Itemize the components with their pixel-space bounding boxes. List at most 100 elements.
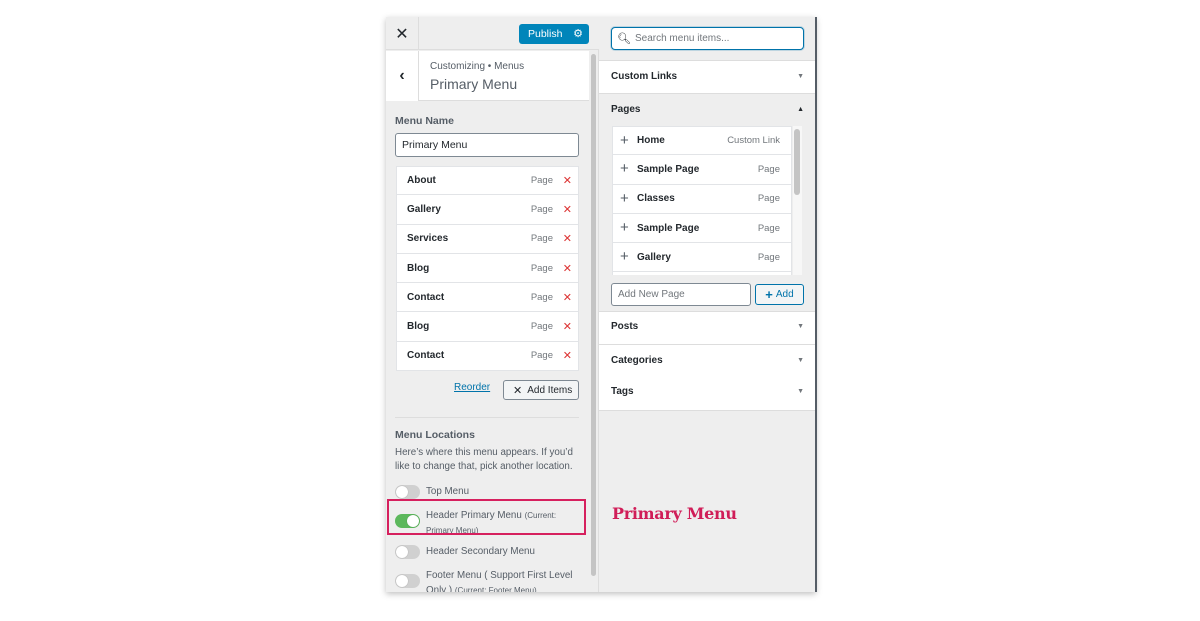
menu-item-type: Page <box>530 321 553 333</box>
location-label: Header Secondary Menu <box>426 544 581 559</box>
toggle-knob <box>396 486 408 498</box>
toggle-knob <box>396 575 408 587</box>
section-title: Custom Links <box>611 71 678 82</box>
menu-item-type: Page <box>530 350 553 362</box>
search-icon: 🔍︎ <box>617 33 631 45</box>
remove-icon[interactable]: ✕ <box>563 349 572 362</box>
page-title: Primary Menu <box>430 76 518 92</box>
section-title: Pages <box>611 104 641 115</box>
add-label: Add <box>775 289 794 300</box>
menu-settings-panel: ✕ Publish ⚙ ‹ Customizing • Menus Primar… <box>386 17 599 592</box>
add-new-page-input[interactable] <box>611 283 751 306</box>
customizer-window: ✕ Publish ⚙ ‹ Customizing • Menus Primar… <box>386 17 816 592</box>
remove-icon[interactable]: ✕ <box>563 291 572 304</box>
location-current: (Current: Footer Menu) <box>454 586 537 592</box>
search-input[interactable] <box>634 33 800 44</box>
menu-item-type: Page <box>530 291 553 303</box>
page-item-type: Page <box>757 251 780 263</box>
plus-icon: + <box>765 286 773 302</box>
menu-item[interactable]: About Page ✕ <box>396 166 579 196</box>
page-item-type: Page <box>757 193 780 205</box>
highlight-annotation-box <box>387 499 586 535</box>
menu-item-type: Page <box>530 262 553 274</box>
remove-icon[interactable]: ✕ <box>563 203 572 216</box>
remove-icon[interactable]: ✕ <box>563 262 572 275</box>
menu-name-label: Menu Name <box>395 115 454 127</box>
section-tags[interactable]: Tags ▼ <box>599 376 816 411</box>
menu-item[interactable]: Services Page ✕ <box>396 224 579 254</box>
section-pages[interactable]: Pages ▲ <box>599 93 816 126</box>
plus-icon: + <box>620 218 629 236</box>
location-label: Top Menu <box>426 484 581 499</box>
remove-icon[interactable]: ✕ <box>563 232 572 245</box>
close-icon: ✕ <box>513 384 523 397</box>
page-item-title: Classes <box>637 193 675 205</box>
page-item-type: Page <box>757 222 780 234</box>
divider <box>395 417 579 418</box>
publish-label: Publish <box>528 28 563 40</box>
location-toggle[interactable] <box>395 485 420 499</box>
location-name: Header Secondary Menu <box>426 546 535 557</box>
page-item[interactable]: + Sample Page Page <box>613 155 791 185</box>
menu-item-type: Page <box>530 203 553 215</box>
section-categories[interactable]: Categories ▼ <box>599 344 816 376</box>
menu-item[interactable]: Contact Page ✕ <box>396 341 579 372</box>
window-edge <box>815 17 817 592</box>
add-items-label: Add Items <box>527 384 573 396</box>
menu-item-title: Blog <box>407 321 430 333</box>
plus-icon: + <box>620 160 629 178</box>
left-panel-scrollbar[interactable] <box>591 54 596 576</box>
remove-icon[interactable]: ✕ <box>563 174 572 187</box>
chevron-left-icon: ‹ <box>399 67 405 84</box>
toggle-knob <box>396 546 408 558</box>
add-page-button[interactable]: + Add <box>755 284 804 305</box>
menu-item-title: About <box>407 175 436 187</box>
publish-button[interactable]: Publish ⚙ <box>519 24 589 44</box>
page-item[interactable]: + Home Custom Link <box>613 126 791 156</box>
page-item-title: Sample Page <box>637 222 700 234</box>
section-posts[interactable]: Posts ▼ <box>599 311 816 344</box>
remove-icon[interactable]: ✕ <box>563 320 572 333</box>
page-item-type: Page <box>757 163 780 175</box>
caret-down-icon: ▼ <box>797 357 804 364</box>
section-title: Categories <box>611 355 663 366</box>
back-button[interactable]: ‹ <box>386 51 419 101</box>
search-field[interactable]: 🔍︎ <box>611 27 804 50</box>
plus-icon: + <box>620 189 629 207</box>
section-title: Posts <box>611 321 639 332</box>
menu-item[interactable]: Blog Page ✕ <box>396 312 579 342</box>
customizer-topbar: ✕ Publish ⚙ <box>386 17 599 50</box>
add-items-button[interactable]: ✕ Add Items <box>503 380 579 400</box>
page-item-type: Custom Link <box>727 135 780 147</box>
divider <box>599 410 816 411</box>
section-header: ‹ Customizing • Menus Primary Menu <box>386 51 589 101</box>
menu-item-title: Blog <box>407 262 430 274</box>
location-toggle[interactable] <box>395 574 420 588</box>
section-title: Tags <box>611 386 634 397</box>
pages-scrollbar[interactable] <box>794 129 800 195</box>
page-item[interactable]: + Sample Page Page <box>613 213 791 244</box>
menu-item[interactable]: Gallery Page ✕ <box>396 195 579 225</box>
page-item[interactable]: + Gallery Page <box>613 243 791 273</box>
page-item[interactable] <box>613 272 791 275</box>
menu-locations-description: Here’s where this menu appears. If you’d… <box>395 447 573 472</box>
menu-item[interactable]: Blog Page ✕ <box>396 253 579 284</box>
location-label: Footer Menu ( Support First Level Only )… <box>426 568 581 592</box>
annotation-label: Primary Menu <box>612 504 737 523</box>
menu-item-title: Services <box>407 233 449 245</box>
close-customizer-button[interactable]: ✕ <box>386 17 419 50</box>
page-item-title: Home <box>637 135 665 147</box>
gear-icon[interactable]: ⚙ <box>573 27 583 40</box>
caret-up-icon: ▲ <box>797 106 804 113</box>
caret-down-icon: ▼ <box>797 388 804 395</box>
location-toggle[interactable] <box>395 545 420 559</box>
pages-list: + Home Custom Link + Sample Page Page + Classes… <box>612 126 792 275</box>
section-custom-links[interactable]: Custom Links ▼ <box>599 60 816 93</box>
close-icon: ✕ <box>395 25 409 43</box>
plus-icon: + <box>620 248 629 266</box>
menu-name-input[interactable] <box>395 133 579 157</box>
reorder-link[interactable]: Reorder <box>454 382 490 393</box>
menu-item-title: Contact <box>407 350 445 362</box>
menu-item[interactable]: Contact Page ✕ <box>396 283 579 313</box>
page-item[interactable]: + Classes Page <box>613 184 791 214</box>
